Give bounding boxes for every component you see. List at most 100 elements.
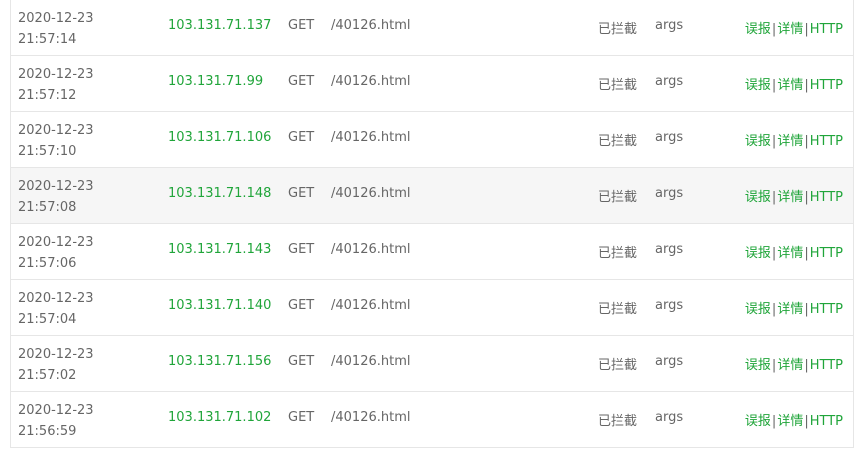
row-actions: 误报|详情|HTTP — [745, 74, 843, 93]
status: 已拦截 — [598, 22, 638, 37]
ip-link[interactable]: 103.131.71.143 — [168, 242, 271, 257]
details-link[interactable]: 详情 — [777, 190, 803, 205]
date: 2020-12-23 — [18, 347, 94, 362]
method: GET — [288, 74, 315, 89]
report-false-positive-link[interactable]: 误报 — [745, 134, 771, 149]
uri: /40126.html — [331, 354, 411, 369]
status: 已拦截 — [598, 414, 638, 429]
timestamp: 2020-12-23 21:57:10 — [18, 120, 94, 162]
table-row: 2020-12-23 21:57:04 103.131.71.140 GET /4… — [11, 280, 853, 336]
timestamp: 2020-12-23 21:57:06 — [18, 232, 94, 274]
timestamp: 2020-12-23 21:57:12 — [18, 64, 94, 106]
status: 已拦截 — [598, 190, 638, 205]
status: 已拦截 — [598, 358, 638, 373]
intercept-log-table: 2020-12-23 21:57:14 103.131.71.137 GET /4… — [10, 0, 854, 448]
details-link[interactable]: 详情 — [777, 246, 803, 261]
ip-link[interactable]: 103.131.71.106 — [168, 130, 271, 145]
date: 2020-12-23 — [18, 123, 94, 138]
details-link[interactable]: 详情 — [777, 414, 803, 429]
report-false-positive-link[interactable]: 误报 — [745, 414, 771, 429]
uri: /40126.html — [331, 130, 411, 145]
status: 已拦截 — [598, 78, 638, 93]
row-actions: 误报|详情|HTTP — [745, 298, 843, 317]
time: 21:56:59 — [18, 424, 77, 439]
row-actions: 误报|详情|HTTP — [745, 410, 843, 429]
date: 2020-12-23 — [18, 291, 94, 306]
method: GET — [288, 410, 315, 425]
http-link[interactable]: HTTP — [810, 134, 843, 149]
table-row: 2020-12-23 21:57:06 103.131.71.143 GET /4… — [11, 224, 853, 280]
table-row: 2020-12-23 21:57:08 103.131.71.148 GET /4… — [11, 168, 853, 224]
details-link[interactable]: 详情 — [777, 302, 803, 317]
time: 21:57:06 — [18, 256, 77, 271]
filter-type: args — [655, 298, 684, 313]
date: 2020-12-23 — [18, 403, 94, 418]
report-false-positive-link[interactable]: 误报 — [745, 358, 771, 373]
http-link[interactable]: HTTP — [810, 302, 843, 317]
uri: /40126.html — [331, 298, 411, 313]
row-actions: 误报|详情|HTTP — [745, 242, 843, 261]
method: GET — [288, 298, 315, 313]
http-link[interactable]: HTTP — [810, 22, 843, 37]
http-link[interactable]: HTTP — [810, 414, 843, 429]
uri: /40126.html — [331, 18, 411, 33]
details-link[interactable]: 详情 — [777, 134, 803, 149]
ip-link[interactable]: 103.131.71.156 — [168, 354, 271, 369]
filter-type: args — [655, 74, 684, 89]
ip-link[interactable]: 103.131.71.140 — [168, 298, 271, 313]
status: 已拦截 — [598, 302, 638, 317]
row-actions: 误报|详情|HTTP — [745, 354, 843, 373]
report-false-positive-link[interactable]: 误报 — [745, 78, 771, 93]
table-row: 2020-12-23 21:57:10 103.131.71.106 GET /4… — [11, 112, 853, 168]
filter-type: args — [655, 354, 684, 369]
time: 21:57:10 — [18, 144, 77, 159]
ip-link[interactable]: 103.131.71.137 — [168, 18, 271, 33]
date: 2020-12-23 — [18, 179, 94, 194]
method: GET — [288, 130, 315, 145]
date: 2020-12-23 — [18, 235, 94, 250]
uri: /40126.html — [331, 74, 411, 89]
uri: /40126.html — [331, 242, 411, 257]
filter-type: args — [655, 18, 684, 33]
filter-type: args — [655, 410, 684, 425]
http-link[interactable]: HTTP — [810, 358, 843, 373]
http-link[interactable]: HTTP — [810, 190, 843, 205]
status: 已拦截 — [598, 134, 638, 149]
filter-type: args — [655, 130, 684, 145]
row-actions: 误报|详情|HTTP — [745, 130, 843, 149]
http-link[interactable]: HTTP — [810, 78, 843, 93]
timestamp: 2020-12-23 21:56:59 — [18, 400, 94, 442]
timestamp: 2020-12-23 21:57:02 — [18, 344, 94, 386]
time: 21:57:08 — [18, 200, 77, 215]
report-false-positive-link[interactable]: 误报 — [745, 246, 771, 261]
timestamp: 2020-12-23 21:57:14 — [18, 8, 94, 50]
report-false-positive-link[interactable]: 误报 — [745, 190, 771, 205]
method: GET — [288, 242, 315, 257]
method: GET — [288, 354, 315, 369]
details-link[interactable]: 详情 — [777, 358, 803, 373]
filter-type: args — [655, 242, 684, 257]
uri: /40126.html — [331, 186, 411, 201]
http-link[interactable]: HTTP — [810, 246, 843, 261]
timestamp: 2020-12-23 21:57:04 — [18, 288, 94, 330]
report-false-positive-link[interactable]: 误报 — [745, 302, 771, 317]
table-row: 2020-12-23 21:57:14 103.131.71.137 GET /4… — [11, 0, 853, 56]
time: 21:57:12 — [18, 88, 77, 103]
method: GET — [288, 186, 315, 201]
table-row: 2020-12-23 21:57:02 103.131.71.156 GET /4… — [11, 336, 853, 392]
time: 21:57:02 — [18, 368, 77, 383]
report-false-positive-link[interactable]: 误报 — [745, 22, 771, 37]
row-actions: 误报|详情|HTTP — [745, 18, 843, 37]
details-link[interactable]: 详情 — [777, 78, 803, 93]
time: 21:57:14 — [18, 32, 77, 47]
details-link[interactable]: 详情 — [777, 22, 803, 37]
ip-link[interactable]: 103.131.71.148 — [168, 186, 271, 201]
status: 已拦截 — [598, 246, 638, 261]
date: 2020-12-23 — [18, 67, 94, 82]
timestamp: 2020-12-23 21:57:08 — [18, 176, 94, 218]
date: 2020-12-23 — [18, 11, 94, 26]
table-row: 2020-12-23 21:56:59 103.131.71.102 GET /4… — [11, 392, 853, 448]
uri: /40126.html — [331, 410, 411, 425]
ip-link[interactable]: 103.131.71.102 — [168, 410, 271, 425]
ip-link[interactable]: 103.131.71.99 — [168, 74, 263, 89]
